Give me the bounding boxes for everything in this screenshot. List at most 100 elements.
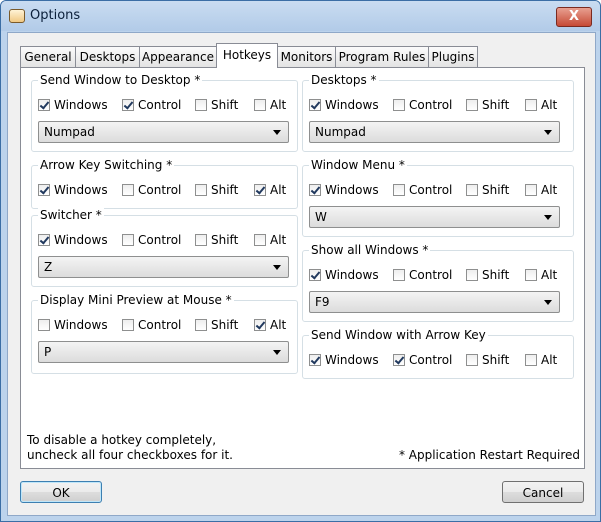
checkbox-box[interactable] <box>466 184 478 196</box>
checkbox-box[interactable] <box>254 184 266 196</box>
key-dropdown[interactable]: Z <box>38 256 289 278</box>
control-checkbox[interactable]: Control <box>122 182 181 198</box>
chevron-down-icon[interactable] <box>544 130 552 135</box>
shift-checkbox[interactable]: Shift <box>466 267 509 283</box>
control-checkbox[interactable]: Control <box>393 97 452 113</box>
dropdown-value: P <box>44 345 52 359</box>
checkbox-box[interactable] <box>309 99 321 111</box>
checkbox-box[interactable] <box>122 99 134 111</box>
control-checkbox[interactable]: Control <box>122 317 181 333</box>
checkbox-box[interactable] <box>195 319 207 331</box>
restart-required-note: * Application Restart Required <box>398 448 580 462</box>
alt-checkbox[interactable]: Alt <box>525 97 557 113</box>
checkbox-box[interactable] <box>393 269 405 281</box>
windows-checkbox[interactable]: Windows <box>38 182 108 198</box>
checkbox-label: Alt <box>270 233 287 247</box>
checkbox-box[interactable] <box>122 234 134 246</box>
control-checkbox[interactable]: Control <box>393 182 452 198</box>
checkbox-box[interactable] <box>393 184 405 196</box>
checkbox-box[interactable] <box>393 99 405 111</box>
checkbox-box[interactable] <box>38 234 50 246</box>
group-send-window-with-arrow-key: Send Window with Arrow Key Windows Contr… <box>302 328 574 379</box>
checkbox-box[interactable] <box>122 319 134 331</box>
chevron-down-icon[interactable] <box>544 300 552 305</box>
tab-program-rules[interactable]: Program Rules <box>335 46 429 67</box>
app-icon <box>9 9 25 23</box>
tab-monitors[interactable]: Monitors <box>277 46 336 67</box>
chevron-down-icon[interactable] <box>273 130 281 135</box>
control-checkbox[interactable]: Control <box>393 267 452 283</box>
checkbox-box[interactable] <box>466 269 478 281</box>
alt-checkbox[interactable]: Alt <box>254 317 286 333</box>
windows-checkbox[interactable]: Windows <box>309 182 379 198</box>
key-dropdown[interactable]: P <box>38 341 289 363</box>
alt-checkbox[interactable]: Alt <box>254 232 286 248</box>
ok-button[interactable]: OK <box>20 481 102 503</box>
key-dropdown[interactable]: F9 <box>309 291 560 313</box>
shift-checkbox[interactable]: Shift <box>466 352 509 368</box>
checkbox-box[interactable] <box>254 319 266 331</box>
windows-checkbox[interactable]: Windows <box>309 97 379 113</box>
shift-checkbox[interactable]: Shift <box>195 317 238 333</box>
checkbox-box[interactable] <box>525 354 537 366</box>
tab-plugins[interactable]: Plugins <box>428 46 478 67</box>
shift-checkbox[interactable]: Shift <box>466 182 509 198</box>
windows-checkbox[interactable]: Windows <box>38 97 108 113</box>
checkbox-label: Windows <box>54 98 108 112</box>
checkbox-box[interactable] <box>195 184 207 196</box>
alt-checkbox[interactable]: Alt <box>525 267 557 283</box>
dropdown-value: Z <box>44 260 53 274</box>
chevron-down-icon[interactable] <box>273 265 281 270</box>
title-bar[interactable]: Options X <box>1 1 600 31</box>
group-send-window-to-desktop: Send Window to Desktop * Windows Control… <box>31 73 298 152</box>
control-checkbox[interactable]: Control <box>393 352 452 368</box>
shift-checkbox[interactable]: Shift <box>466 97 509 113</box>
group-title: Display Mini Preview at Mouse * <box>38 293 234 307</box>
chevron-down-icon[interactable] <box>544 215 552 220</box>
checkbox-box[interactable] <box>309 269 321 281</box>
key-dropdown[interactable]: Numpad <box>309 121 560 143</box>
alt-checkbox[interactable]: Alt <box>254 182 286 198</box>
tab-appearance[interactable]: Appearance <box>139 46 217 67</box>
checkbox-box[interactable] <box>254 234 266 246</box>
checkbox-box[interactable] <box>254 99 266 111</box>
checkbox-box[interactable] <box>525 99 537 111</box>
windows-checkbox[interactable]: Windows <box>38 317 108 333</box>
shift-checkbox[interactable]: Shift <box>195 97 238 113</box>
alt-checkbox[interactable]: Alt <box>525 352 557 368</box>
checkbox-box[interactable] <box>195 234 207 246</box>
alt-checkbox[interactable]: Alt <box>525 182 557 198</box>
alt-checkbox[interactable]: Alt <box>254 97 286 113</box>
checkbox-box[interactable] <box>195 99 207 111</box>
checkbox-box[interactable] <box>466 354 478 366</box>
hotkeys-panel: Send Window to Desktop * Windows Control… <box>20 67 585 469</box>
windows-checkbox[interactable]: Windows <box>309 352 379 368</box>
cancel-button[interactable]: Cancel <box>502 481 584 503</box>
dropdown-value: Numpad <box>44 125 95 139</box>
checkbox-box[interactable] <box>38 99 50 111</box>
checkbox-box[interactable] <box>309 354 321 366</box>
key-dropdown[interactable]: W <box>309 206 560 228</box>
checkbox-box[interactable] <box>393 354 405 366</box>
close-button[interactable]: X <box>556 7 592 27</box>
checkbox-box[interactable] <box>525 269 537 281</box>
shift-checkbox[interactable]: Shift <box>195 182 238 198</box>
key-dropdown[interactable]: Numpad <box>38 121 289 143</box>
control-checkbox[interactable]: Control <box>122 97 181 113</box>
control-checkbox[interactable]: Control <box>122 232 181 248</box>
tab-general[interactable]: General <box>20 46 76 67</box>
checkbox-box[interactable] <box>122 184 134 196</box>
chevron-down-icon[interactable] <box>273 350 281 355</box>
checkbox-box[interactable] <box>466 99 478 111</box>
tab-hotkeys[interactable]: Hotkeys <box>216 43 278 68</box>
checkbox-box[interactable] <box>38 319 50 331</box>
tab-desktops[interactable]: Desktops <box>75 46 140 67</box>
windows-checkbox[interactable]: Windows <box>38 232 108 248</box>
shift-checkbox[interactable]: Shift <box>195 232 238 248</box>
checkbox-box[interactable] <box>38 184 50 196</box>
checkbox-box[interactable] <box>525 184 537 196</box>
windows-checkbox[interactable]: Windows <box>309 267 379 283</box>
checkbox-label: Shift <box>482 353 510 367</box>
checkbox-box[interactable] <box>309 184 321 196</box>
checkbox-label: Alt <box>541 353 558 367</box>
